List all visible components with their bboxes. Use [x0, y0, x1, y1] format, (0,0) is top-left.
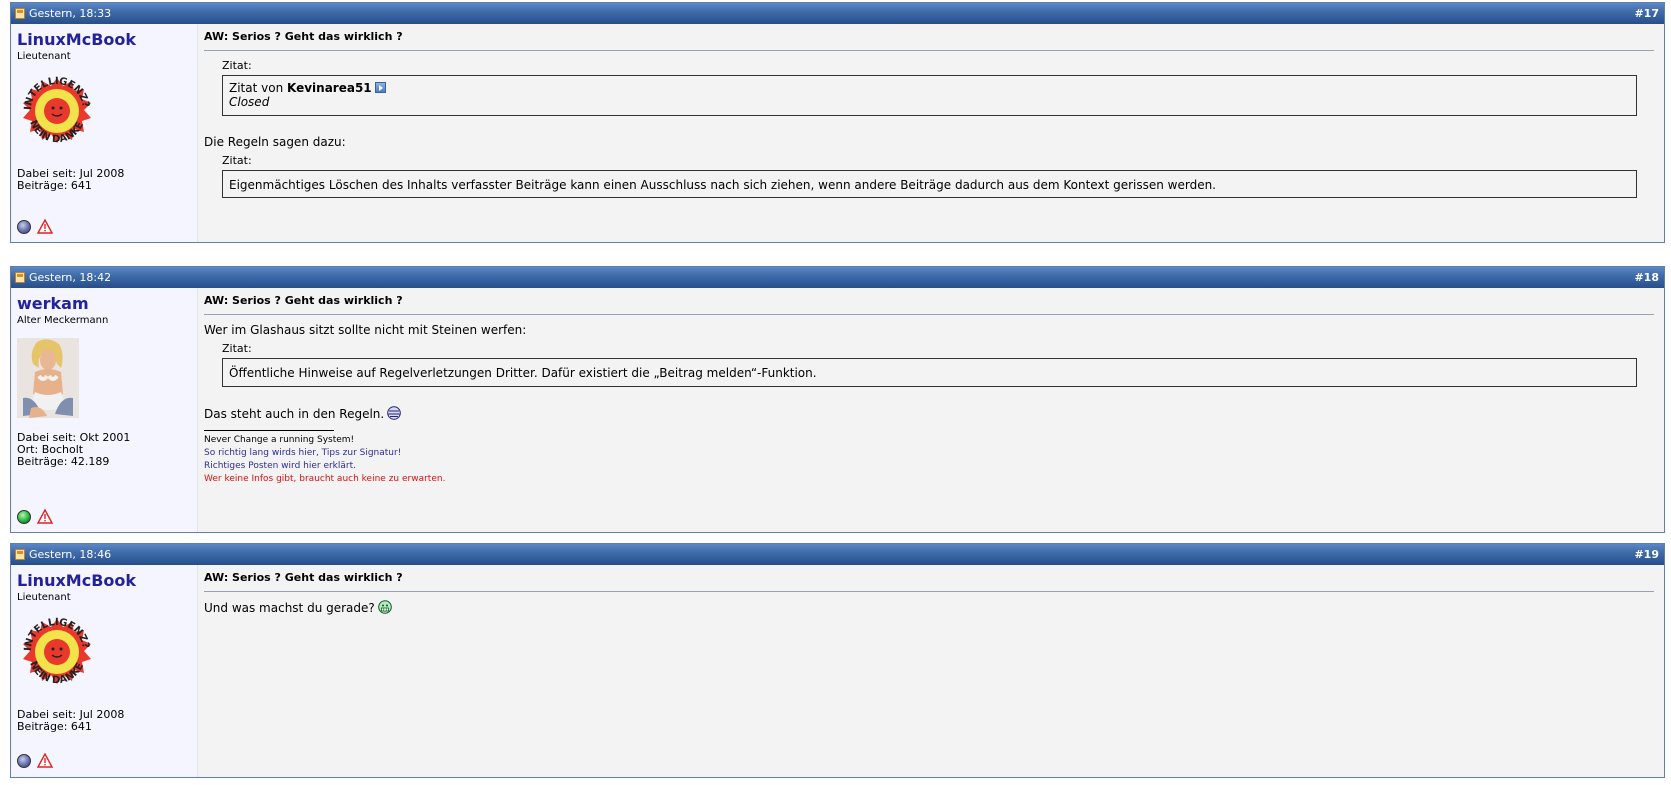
post-icon: [15, 548, 25, 560]
post-content: AW: Serios ? Geht das wirklich ? Wer im …: [198, 288, 1664, 532]
post-19: Gestern, 18:46 #19 LinuxMcBook Lieutenan…: [10, 543, 1665, 778]
user-post-count: Beiträge: 42.189: [17, 455, 110, 468]
signature-link-signature-tips[interactable]: So richtig lang wirds hier, Tips zur Sig…: [204, 447, 1654, 460]
avatar[interactable]: [17, 338, 79, 418]
post-17: Gestern, 18:33 #17 LinuxMcBook Lieutenan…: [10, 2, 1665, 243]
report-warning-icon[interactable]: [37, 219, 53, 234]
user-post-count: Beiträge: 641: [17, 720, 92, 733]
user-stats: Dabei seit: Okt 2001 Ort: Bocholt Beiträ…: [17, 432, 191, 468]
post-date-text: Gestern, 18:42: [29, 270, 112, 284]
post-text-2: Das steht auch in den Regeln.: [204, 406, 1654, 422]
user-title: Lieutenant: [17, 51, 71, 62]
quote-block: Zitat: Zitat von Kevinarea51 Closed: [222, 59, 1637, 116]
avatar[interactable]: INTELLIGENZ? NEIN DANKE: [17, 72, 97, 152]
quote-author: Kevinarea51: [287, 81, 372, 95]
user-stats: Dabei seit: Jul 2008 Beiträge: 641: [17, 709, 191, 733]
post-header: Gestern, 18:33 #17: [11, 3, 1664, 24]
avatar[interactable]: INTELLIGENZ? NEIN DANKE: [17, 613, 97, 693]
post-content: AW: Serios ? Geht das wirklich ? Und was…: [198, 565, 1664, 777]
quote-box: Zitat von Kevinarea51 Closed: [222, 75, 1637, 116]
quote-box: Öffentliche Hinweise auf Regelverletzung…: [222, 358, 1637, 387]
title-divider: [204, 50, 1654, 51]
post-icon: [15, 271, 25, 283]
signature-divider: [204, 430, 334, 431]
post-date: Gestern, 18:46: [15, 548, 111, 561]
post-18: Gestern, 18:42 #18 werkam Alter Meckerma…: [10, 266, 1665, 533]
user-title: Alter Meckermann: [17, 315, 109, 326]
post-header: Gestern, 18:46 #19: [11, 544, 1664, 565]
report-warning-icon[interactable]: [37, 753, 53, 768]
quote-prefix: Zitat von: [229, 81, 287, 95]
offline-status-icon[interactable]: [17, 219, 31, 234]
signature-line: Never Change a running System!: [204, 435, 355, 445]
post-text: Und was machst du gerade?: [204, 600, 1654, 616]
post-content: AW: Serios ? Geht das wirklich ? Zitat: …: [198, 24, 1664, 242]
post-title: AW: Serios ? Geht das wirklich ?: [204, 294, 403, 307]
user-post-count: Beiträge: 641: [17, 179, 92, 192]
signature-line-warning: Wer keine Infos gibt, braucht auch keine…: [204, 474, 446, 484]
quote-block: Zitat: Eigenmächtiges Löschen des Inhalt…: [222, 154, 1637, 198]
user-stats: Dabei seit: Jul 2008 Beiträge: 641: [17, 168, 191, 192]
quote-box: Eigenmächtiges Löschen des Inhalts verfa…: [222, 170, 1637, 198]
post-text-2-content: Das steht auch in den Regeln.: [204, 407, 385, 421]
user-sidebar: werkam Alter Meckermann Dabei seit: Okt …: [11, 288, 198, 532]
signature-link-posting-guide[interactable]: Richtiges Posten wird hier erklärt.: [204, 460, 1654, 473]
smiley-icon: [377, 600, 392, 614]
quote-label: Zitat:: [222, 342, 252, 355]
username-link[interactable]: LinuxMcBook: [17, 30, 191, 49]
post-date: Gestern, 18:33: [15, 7, 111, 20]
view-post-icon[interactable]: [374, 82, 386, 93]
signature: Never Change a running System! So richti…: [204, 434, 1654, 486]
title-divider: [204, 591, 1654, 592]
post-number-link[interactable]: #19: [1634, 548, 1659, 561]
report-warning-icon[interactable]: [37, 509, 53, 524]
post-number-link[interactable]: #17: [1634, 7, 1659, 20]
post-text: Die Regeln sagen dazu:: [204, 135, 346, 149]
post-number-link[interactable]: #18: [1634, 271, 1659, 284]
username-link[interactable]: werkam: [17, 294, 191, 313]
post-title: AW: Serios ? Geht das wirklich ?: [204, 571, 403, 584]
quote-text: Öffentliche Hinweise auf Regelverletzung…: [229, 366, 817, 380]
post-date-text: Gestern, 18:46: [29, 547, 112, 561]
quote-label: Zitat:: [222, 59, 252, 72]
post-text: Wer im Glashaus sitzt sollte nicht mit S…: [204, 323, 527, 337]
quote-label: Zitat:: [222, 154, 252, 167]
post-text-content: Und was machst du gerade?: [204, 601, 375, 615]
user-sidebar: LinuxMcBook Lieutenant INTELLIGENZ? NEIN…: [11, 565, 198, 777]
post-title: AW: Serios ? Geht das wirklich ?: [204, 30, 403, 43]
post-icon: [15, 7, 25, 19]
post-date-text: Gestern, 18:33: [29, 6, 112, 20]
quote-text: Eigenmächtiges Löschen des Inhalts verfa…: [229, 178, 1216, 192]
quote-block: Zitat: Öffentliche Hinweise auf Regelver…: [222, 342, 1637, 387]
user-title: Lieutenant: [17, 592, 71, 603]
offline-status-icon[interactable]: [17, 753, 31, 768]
smiley-icon: [387, 406, 402, 420]
title-divider: [204, 314, 1654, 315]
username-link[interactable]: LinuxMcBook: [17, 571, 191, 590]
user-sidebar: LinuxMcBook Lieutenant INTELLIGENZ? NEIN…: [11, 24, 198, 242]
post-header: Gestern, 18:42 #18: [11, 267, 1664, 288]
post-date: Gestern, 18:42: [15, 271, 111, 284]
quote-text: Closed: [229, 95, 270, 109]
online-status-icon[interactable]: [17, 509, 31, 524]
